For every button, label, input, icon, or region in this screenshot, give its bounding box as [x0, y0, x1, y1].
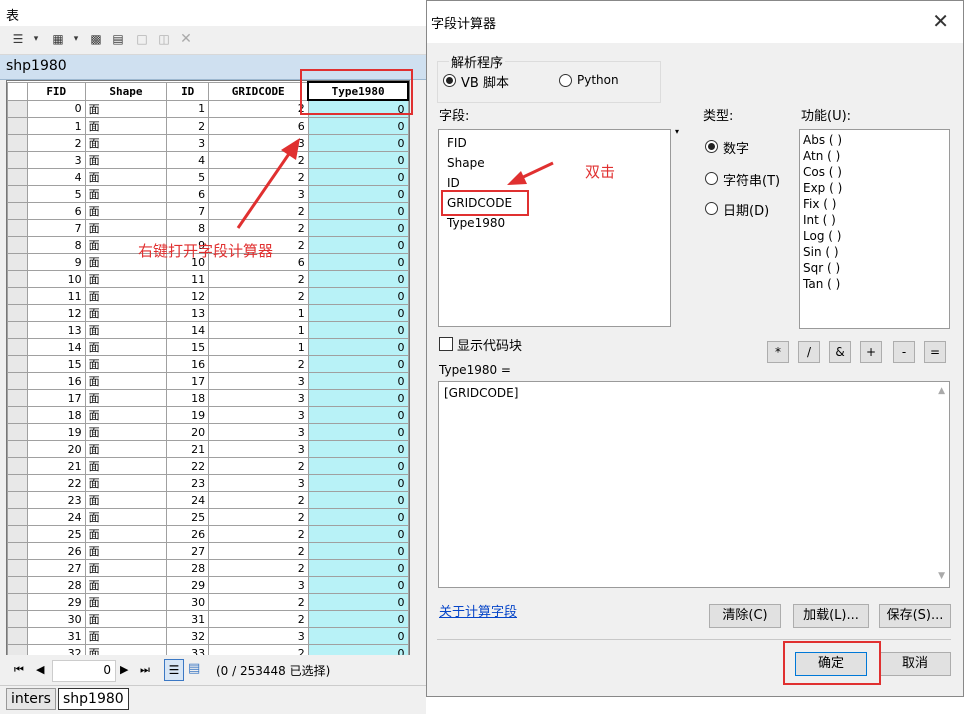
function-item[interactable]: Atn ( )	[803, 149, 840, 163]
clear-button[interactable]: 清除(C)	[709, 604, 781, 628]
operator-minus-button[interactable]: -	[893, 341, 915, 363]
parser-vb-radio[interactable]	[443, 74, 456, 87]
parser-python-radio[interactable]	[559, 74, 572, 87]
operator-plus-button[interactable]: +	[860, 341, 882, 363]
about-calculate-field-link[interactable]: 关于计算字段	[439, 601, 517, 620]
field-item-id[interactable]: ID	[447, 176, 460, 190]
function-item[interactable]: Tan ( )	[803, 277, 840, 291]
type-label: 类型:	[703, 109, 734, 124]
type-date-radio[interactable]	[705, 202, 718, 215]
operator-multiply-button[interactable]: *	[767, 341, 789, 363]
expression-textarea[interactable]: [GRIDCODE] ▲ ▼	[438, 381, 950, 588]
expression-value: [GRIDCODE]	[444, 386, 519, 400]
parser-vb-label[interactable]: VB 脚本	[461, 72, 509, 91]
function-item[interactable]: Exp ( )	[803, 181, 842, 195]
operator-concat-button[interactable]: &	[829, 341, 851, 363]
operator-divide-button[interactable]: /	[798, 341, 820, 363]
annotation-double-click-text: 双击	[585, 163, 616, 181]
type-date-label[interactable]: 日期(D)	[723, 200, 769, 219]
function-item[interactable]: Log ( )	[803, 229, 841, 243]
fields-label: 字段:	[439, 109, 470, 124]
show-codeblock-checkbox[interactable]	[439, 337, 453, 351]
function-item[interactable]: Int ( )	[803, 213, 836, 227]
cancel-button[interactable]: 取消	[879, 652, 951, 676]
annotation-right-click-text: 右键打开字段计算器	[138, 242, 274, 260]
load-button[interactable]: 加载(L)...	[793, 604, 869, 628]
ok-highlight-box	[783, 641, 881, 685]
type-string-label[interactable]: 字符串(T)	[723, 170, 780, 189]
parser-python-label[interactable]: Python	[577, 73, 619, 87]
functions-list[interactable]: Abs ( ) Atn ( ) Cos ( ) Exp ( ) Fix ( ) …	[799, 129, 950, 329]
scroll-down-icon[interactable]: ▼	[938, 571, 945, 581]
dialog-titlebar: 字段计算器 ✕	[427, 1, 963, 43]
fields-sort-icon[interactable]: ▾	[675, 127, 679, 136]
field-item-shape[interactable]: Shape	[447, 156, 485, 170]
type-number-label[interactable]: 数字	[723, 138, 749, 157]
operator-equals-button[interactable]: =	[924, 341, 946, 363]
field-calculator-dialog: 字段计算器 ✕ 解析程序 VB 脚本 Python 字段: FID Shape …	[426, 0, 964, 697]
divider	[437, 639, 951, 640]
type-string-radio[interactable]	[705, 172, 718, 185]
function-item[interactable]: Cos ( )	[803, 165, 842, 179]
show-codeblock-label[interactable]: 显示代码块	[457, 335, 522, 354]
save-button[interactable]: 保存(S)...	[879, 604, 951, 628]
function-item[interactable]: Sin ( )	[803, 245, 839, 259]
function-item[interactable]: Abs ( )	[803, 133, 842, 147]
parser-label: 解析程序	[449, 52, 506, 71]
function-item[interactable]: Sqr ( )	[803, 261, 840, 275]
function-item[interactable]: Fix ( )	[803, 197, 836, 211]
annotation-arrow-table	[236, 138, 300, 229]
field-item-fid[interactable]: FID	[447, 136, 467, 150]
expression-label: Type1980 =	[439, 363, 511, 377]
scroll-up-icon[interactable]: ▲	[938, 386, 945, 396]
field-item-type1980[interactable]: Type1980	[447, 216, 505, 230]
dialog-title: 字段计算器	[431, 17, 497, 32]
close-icon[interactable]: ✕	[932, 9, 949, 33]
functions-label: 功能(U):	[801, 109, 852, 124]
type-number-radio[interactable]	[705, 140, 718, 153]
